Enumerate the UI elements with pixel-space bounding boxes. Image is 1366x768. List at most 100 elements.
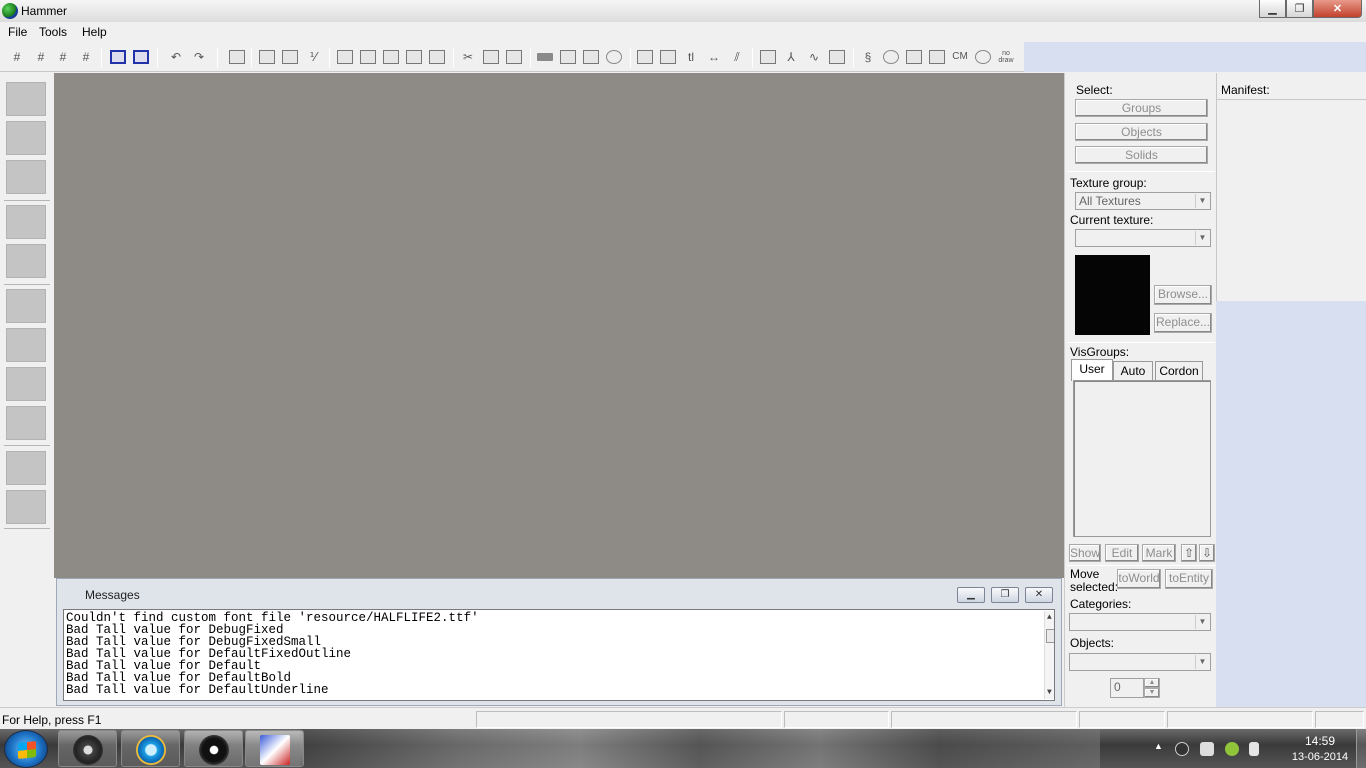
cordon-mode-icon[interactable]: CM (950, 50, 970, 64)
tool-path-icon[interactable]: ⅄ (783, 50, 799, 64)
group-icon[interactable] (110, 50, 126, 64)
visgroups-list[interactable] (1073, 380, 1211, 537)
tool-decal-button[interactable] (6, 367, 46, 401)
start-button[interactable] (4, 730, 48, 768)
clock-time[interactable]: 14:59 (1285, 734, 1355, 748)
copy-icon[interactable] (483, 50, 499, 64)
volume-tray-icon[interactable] (1249, 742, 1259, 756)
select-groups-button[interactable]: Groups (1075, 99, 1208, 117)
minimize-button[interactable]: ▁ (1259, 0, 1286, 18)
cut-icon[interactable]: ✂ (460, 50, 476, 64)
texture-group-select[interactable]: All Textures ▼ (1075, 192, 1211, 210)
messages-close-button[interactable]: ✕ (1025, 587, 1053, 603)
replace-button[interactable]: Replace... (1154, 313, 1212, 333)
tab-user[interactable]: User (1071, 359, 1113, 381)
clock-date[interactable]: 13-06-2014 (1281, 751, 1359, 763)
visgroup-show-button[interactable]: Show (1069, 544, 1101, 562)
messages-scrollbar[interactable]: ▲ ▼ (1044, 611, 1054, 699)
taskbar-hammer-button[interactable] (245, 730, 304, 767)
tool-wave-icon[interactable]: ∿ (806, 50, 822, 64)
vis-group-icon-5[interactable] (429, 50, 445, 64)
tool-swirl-icon[interactable]: § (860, 50, 876, 64)
network-tray-icon[interactable] (1200, 742, 1214, 756)
tool-globe-icon[interactable] (883, 50, 899, 64)
tool-vertex-button[interactable] (6, 490, 46, 524)
vis-group-icon-2[interactable] (360, 50, 376, 64)
categories-select[interactable]: ▼ (1069, 613, 1211, 631)
tool-blocks-icon[interactable] (929, 50, 945, 64)
redo-icon[interactable]: ↷ (191, 50, 207, 64)
menu-tools[interactable]: Tools (39, 25, 67, 39)
camera-box-icon[interactable] (583, 50, 599, 64)
tool-clip-button[interactable] (6, 451, 46, 485)
tool-texture-button[interactable] (6, 289, 46, 323)
vis-group-icon-4[interactable] (406, 50, 422, 64)
show-all-icon[interactable] (282, 50, 298, 64)
grid-toggle-icon[interactable]: # (9, 50, 25, 64)
texture-lock-icon[interactable]: ⅟ (305, 50, 321, 64)
show-hidden-icons-icon[interactable]: ▲ (1154, 741, 1163, 751)
visgroup-edit-button[interactable]: Edit (1105, 544, 1139, 562)
select-solids-button[interactable]: Solids (1075, 146, 1208, 164)
menu-file[interactable]: File (8, 25, 27, 39)
steam-tray-icon[interactable] (1175, 742, 1189, 756)
tool-texture-icon[interactable] (906, 50, 922, 64)
tool-da-icon[interactable] (829, 50, 845, 64)
browse-button[interactable]: Browse... (1154, 285, 1212, 305)
object-count-spinner[interactable]: 0 (1110, 678, 1144, 698)
tool-selection-button[interactable] (6, 82, 46, 116)
tool-magnify-button[interactable] (6, 121, 46, 155)
scroll-thumb[interactable] (1046, 629, 1054, 643)
tool-tl-icon[interactable]: tl (683, 50, 699, 64)
tab-auto[interactable]: Auto (1113, 361, 1153, 381)
spinner-up-icon[interactable]: ▲ (1144, 678, 1160, 688)
messages-restore-button[interactable]: ❐ (991, 587, 1019, 603)
grid-3d-icon[interactable]: # (33, 50, 49, 64)
maximize-button[interactable]: ❐ (1286, 0, 1313, 18)
current-texture-select[interactable]: ▼ (1075, 229, 1211, 247)
move-down-icon[interactable]: ⇩ (1199, 544, 1215, 562)
taskbar-steam-button[interactable] (58, 730, 117, 767)
taskbar-ie-button[interactable] (121, 730, 180, 767)
to-entity-button[interactable]: toEntity (1165, 569, 1213, 589)
tool-dashed-box-icon[interactable] (660, 50, 676, 64)
move-up-icon[interactable]: ⇧ (1181, 544, 1197, 562)
grid-smaller-icon[interactable]: # (55, 50, 71, 64)
tool-slashes-icon[interactable]: ⫽ (729, 50, 745, 64)
tab-cordon[interactable]: Cordon (1155, 361, 1203, 381)
visgroup-mark-button[interactable]: Mark (1142, 544, 1176, 562)
tool-pa-icon[interactable] (760, 50, 776, 64)
messages-log[interactable]: Couldn't find custom font file 'resource… (63, 609, 1055, 701)
tool-leaf-icon[interactable] (975, 50, 991, 64)
selection-box-icon[interactable] (560, 50, 576, 64)
antivirus-tray-icon[interactable] (1225, 742, 1239, 756)
show-desktop-button[interactable] (1356, 729, 1366, 768)
tool-arrows-icon[interactable]: ↔ (706, 50, 722, 64)
taskbar-source-sdk-button[interactable] (184, 730, 243, 767)
grid-larger-icon[interactable]: # (78, 50, 94, 64)
tool-camera-button[interactable] (6, 160, 46, 194)
tool-bbox-icon[interactable] (637, 50, 653, 64)
menu-help[interactable]: Help (82, 25, 107, 39)
objects-select[interactable]: ▼ (1069, 653, 1211, 671)
select-objects-button[interactable]: Objects (1075, 123, 1208, 141)
tool-entity-button[interactable] (6, 205, 46, 239)
undo-icon[interactable]: ↶ (168, 50, 184, 64)
nodraw-icon[interactable]: no draw (996, 50, 1016, 64)
paste-icon[interactable] (506, 50, 522, 64)
close-button[interactable]: ✕ (1313, 0, 1362, 18)
ungroup-icon[interactable] (133, 50, 149, 64)
messages-minimize-button[interactable]: ▁ (957, 587, 985, 603)
radius-icon[interactable] (606, 50, 622, 64)
tool-apply-texture-button[interactable] (6, 328, 46, 362)
scroll-down-icon[interactable]: ▼ (1047, 687, 1052, 699)
vis-group-icon-1[interactable] (337, 50, 353, 64)
scroll-up-icon[interactable]: ▲ (1047, 612, 1052, 624)
tool-overlay-button[interactable] (6, 406, 46, 440)
spinner-down-icon[interactable]: ▼ (1144, 688, 1160, 698)
carve-icon[interactable] (229, 50, 245, 64)
vis-group-icon-3[interactable] (383, 50, 399, 64)
to-world-button[interactable]: toWorld (1117, 569, 1161, 589)
tool-block-button[interactable] (6, 244, 46, 278)
map-viewport[interactable] (54, 73, 1064, 578)
